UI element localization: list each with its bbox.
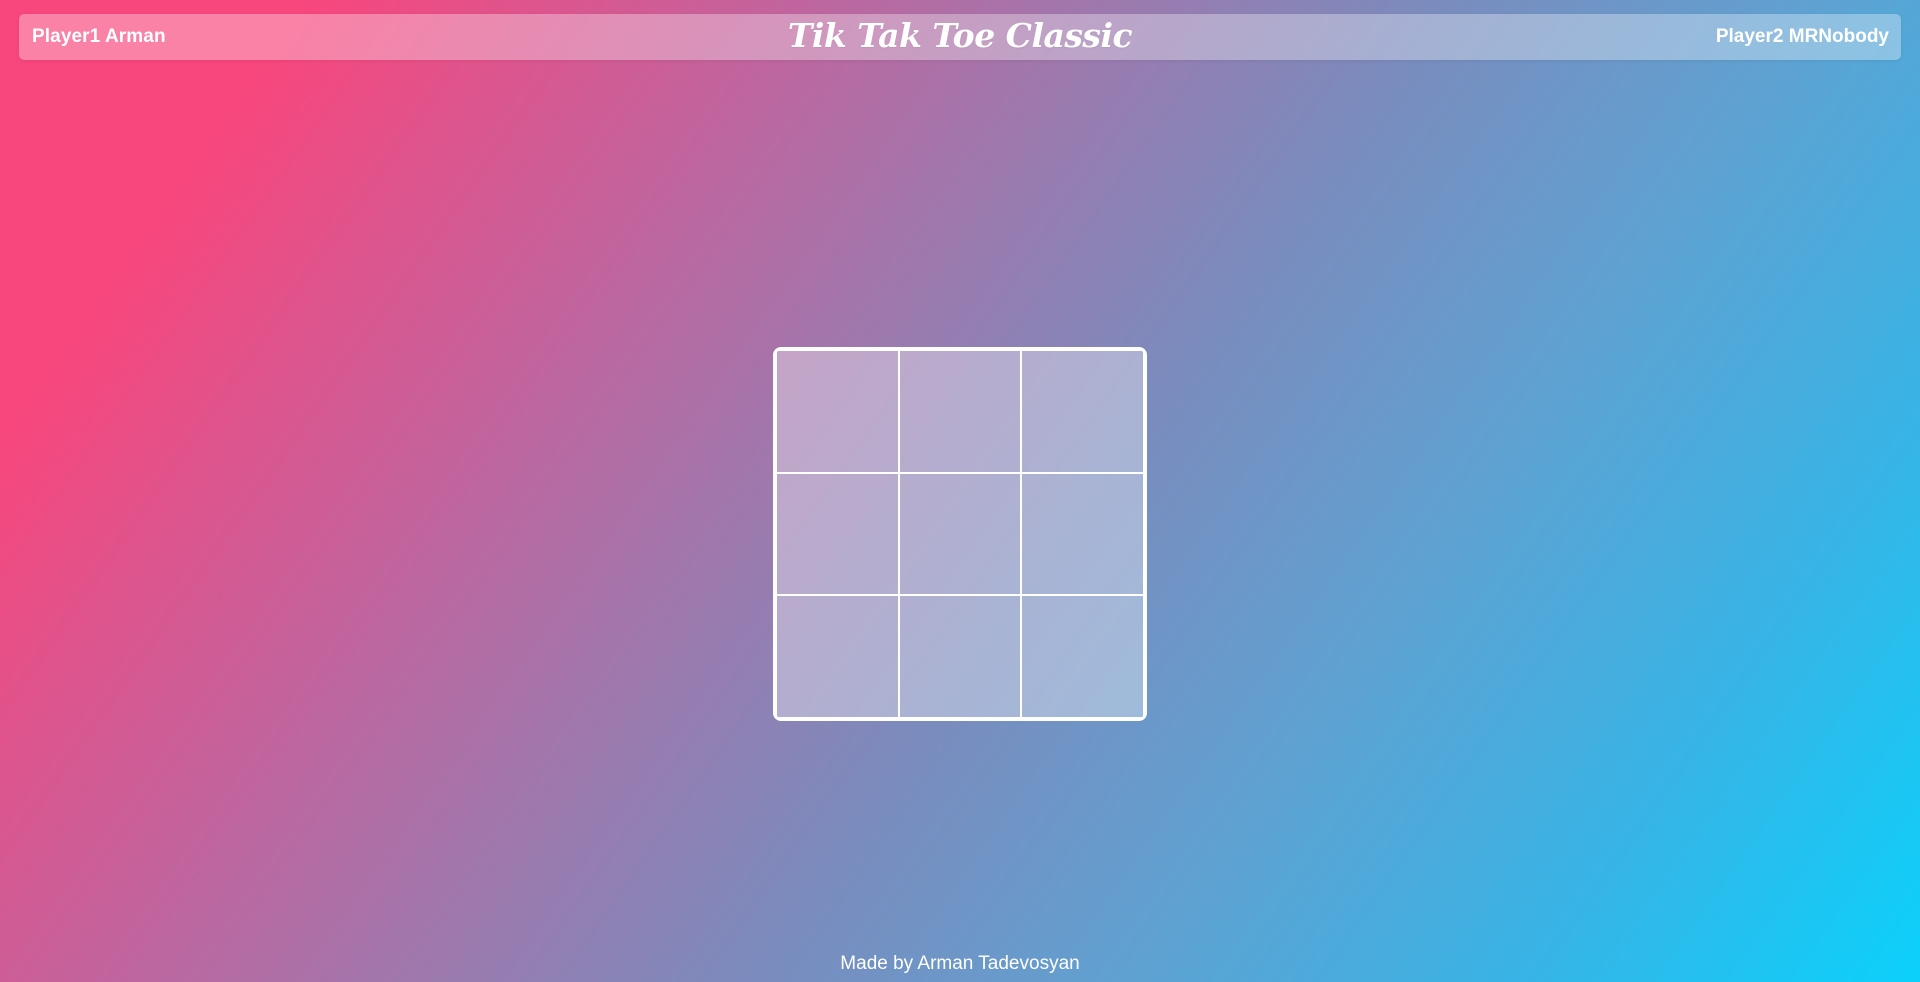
- board-cell-5[interactable]: [898, 472, 1022, 596]
- game-title: Tik Tak Toe Classic: [787, 16, 1133, 55]
- board-cell-1[interactable]: [776, 350, 899, 473]
- game-board: [773, 347, 1147, 721]
- player2-name: Player2 MRNobody: [1715, 26, 1889, 47]
- board-cell-2[interactable]: [898, 350, 1022, 473]
- board-cell-9[interactable]: [1021, 595, 1144, 718]
- board-cell-4[interactable]: [776, 472, 899, 596]
- board-cell-3[interactable]: [1021, 350, 1144, 473]
- board-cell-8[interactable]: [898, 595, 1022, 718]
- board-cell-7[interactable]: [776, 595, 899, 718]
- top-bar: Player1 Arman Tik Tak Toe Classic Player…: [19, 14, 1901, 60]
- footer-credit: Made by Arman Tadevosyan: [840, 953, 1080, 974]
- board-cell-6[interactable]: [1021, 472, 1144, 596]
